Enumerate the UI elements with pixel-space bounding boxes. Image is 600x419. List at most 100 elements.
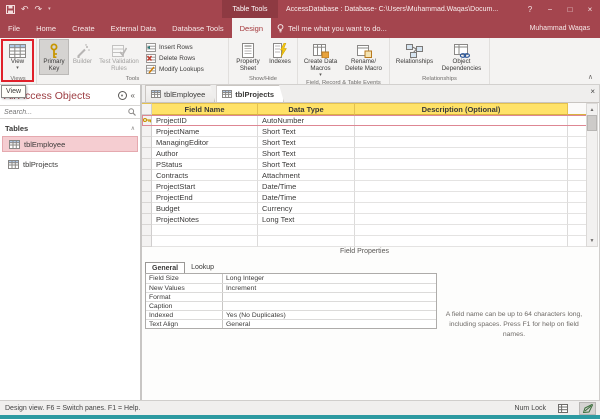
tab-design[interactable]: Design	[232, 18, 271, 38]
doc-tab-tblemployee[interactable]: tblEmployee	[145, 85, 215, 102]
indexes-button[interactable]: Indexes	[265, 39, 295, 75]
property-value[interactable]	[223, 302, 436, 310]
save-icon[interactable]	[6, 5, 15, 14]
data-type-cell[interactable]: Attachment	[258, 170, 355, 181]
empty-field-row[interactable]	[142, 236, 587, 247]
nav-search-box[interactable]	[0, 105, 140, 119]
row-selector[interactable]	[142, 236, 152, 247]
datasheet-view-icon[interactable]	[554, 402, 571, 415]
property-row-caption[interactable]: Caption	[146, 301, 436, 310]
primary-key-button[interactable]: Primary Key	[39, 39, 69, 75]
description-cell[interactable]	[355, 126, 568, 137]
field-row-projectname[interactable]: ProjectName Short Text	[142, 126, 587, 137]
delete-rows-button[interactable]: Delete Rows	[146, 53, 204, 64]
description-cell[interactable]	[355, 214, 568, 225]
object-dependencies-button[interactable]: Object Dependencies	[437, 39, 487, 75]
nav-item-tblprojects[interactable]: tblProjects	[2, 156, 138, 172]
scrollbar-thumb[interactable]	[587, 115, 597, 131]
property-sheet-button[interactable]: Property Sheet	[231, 39, 265, 75]
tab-file[interactable]: File	[0, 18, 28, 38]
maximize-button[interactable]: □	[560, 0, 580, 18]
tab-lookup[interactable]: Lookup	[185, 262, 220, 273]
empty-field-row[interactable]	[142, 225, 587, 236]
field-row-projectnotes[interactable]: ProjectNotes Long Text	[142, 214, 587, 225]
field-name-cell[interactable]: ProjectID	[152, 115, 258, 126]
tab-database-tools[interactable]: Database Tools	[164, 18, 232, 38]
row-selector[interactable]	[142, 170, 152, 181]
tab-external-data[interactable]: External Data	[103, 18, 164, 38]
field-name-cell[interactable]: ProjectEnd	[152, 192, 258, 203]
data-type-cell[interactable]: Short Text	[258, 148, 355, 159]
property-value[interactable]: Yes (No Duplicates)	[223, 311, 436, 319]
insert-rows-button[interactable]: Insert Rows	[146, 42, 204, 53]
close-button[interactable]: ×	[580, 0, 600, 18]
search-input[interactable]	[0, 109, 128, 116]
property-row-field-size[interactable]: Field Size Long Integer	[146, 274, 436, 283]
scroll-up-icon[interactable]: ▲	[587, 104, 597, 115]
relationships-button[interactable]: Relationships	[393, 39, 437, 75]
data-type-cell[interactable]: Short Text	[258, 126, 355, 137]
description-cell[interactable]	[355, 137, 568, 148]
description-cell[interactable]	[355, 192, 568, 203]
property-value[interactable]: Long Integer	[223, 274, 436, 283]
description-cell[interactable]	[355, 203, 568, 214]
row-selector[interactable]	[142, 181, 152, 192]
nav-menu-icon[interactable]: ▾	[118, 91, 127, 100]
minimize-button[interactable]: −	[540, 0, 560, 18]
primary-key-row-icon[interactable]	[142, 115, 152, 126]
data-type-cell[interactable]: Short Text	[258, 159, 355, 170]
data-type-cell[interactable]: Currency	[258, 203, 355, 214]
property-value[interactable]	[223, 293, 436, 301]
doc-tab-tblprojects[interactable]: tblProjects	[216, 85, 284, 102]
view-button[interactable]: View ▾	[2, 39, 33, 75]
qat-customize-icon[interactable]: ▾	[48, 6, 51, 12]
row-selector[interactable]	[142, 192, 152, 203]
row-selector[interactable]	[142, 159, 152, 170]
field-row-budget[interactable]: Budget Currency	[142, 203, 587, 214]
undo-icon[interactable]: ↶	[21, 5, 29, 14]
help-button[interactable]: ?	[520, 0, 540, 18]
data-type-cell[interactable]: AutoNumber	[258, 115, 355, 126]
field-row-managingeditor[interactable]: ManagingEditor Short Text	[142, 137, 587, 148]
field-row-projectid[interactable]: ProjectID AutoNumber	[142, 115, 587, 126]
field-name-cell[interactable]: PStatus	[152, 159, 258, 170]
field-name-cell[interactable]: ProjectNotes	[152, 214, 258, 225]
data-type-cell[interactable]: Date/Time	[258, 192, 355, 203]
collapse-ribbon-icon[interactable]: ∧	[588, 73, 593, 81]
field-name-cell[interactable]: ProjectStart	[152, 181, 258, 192]
test-validation-rules-button[interactable]: Test Validation Rules	[96, 39, 142, 75]
nav-group-tables[interactable]: Tables ∧	[0, 122, 140, 134]
row-selector[interactable]	[142, 214, 152, 225]
field-name-cell[interactable]: ProjectName	[152, 126, 258, 137]
builder-button[interactable]: Builder	[69, 39, 96, 75]
close-document-icon[interactable]: ×	[590, 87, 595, 96]
field-name-cell[interactable]: Contracts	[152, 170, 258, 181]
redo-icon[interactable]: ↷	[35, 5, 43, 14]
vertical-scrollbar[interactable]: ▲ ▼	[586, 103, 598, 247]
data-type-cell[interactable]: Date/Time	[258, 181, 355, 192]
row-selector[interactable]	[142, 137, 152, 148]
property-value[interactable]: Increment	[223, 284, 436, 292]
field-row-author[interactable]: Author Short Text	[142, 148, 587, 159]
row-selector[interactable]	[142, 203, 152, 214]
description-cell[interactable]	[355, 148, 568, 159]
description-cell[interactable]	[355, 159, 568, 170]
field-name-cell[interactable]: Author	[152, 148, 258, 159]
property-row-new-values[interactable]: New Values Increment	[146, 283, 436, 292]
row-selector[interactable]	[142, 126, 152, 137]
property-value[interactable]: General	[223, 320, 436, 328]
field-row-projectend[interactable]: ProjectEnd Date/Time	[142, 192, 587, 203]
scroll-down-icon[interactable]: ▼	[587, 235, 597, 246]
field-row-pstatus[interactable]: PStatus Short Text	[142, 159, 587, 170]
property-row-indexed[interactable]: Indexed Yes (No Duplicates)	[146, 310, 436, 319]
tell-me-box[interactable]: Tell me what you want to do...	[277, 18, 387, 38]
tab-home[interactable]: Home	[28, 18, 64, 38]
rename-delete-macro-button[interactable]: Rename/ Delete Macro	[341, 39, 387, 79]
field-name-cell[interactable]: ManagingEditor	[152, 137, 258, 148]
description-cell[interactable]	[355, 170, 568, 181]
tab-create[interactable]: Create	[64, 18, 103, 38]
description-cell[interactable]	[355, 115, 568, 126]
design-view-icon[interactable]	[579, 402, 596, 415]
field-row-contracts[interactable]: Contracts Attachment	[142, 170, 587, 181]
row-selector[interactable]	[142, 225, 152, 236]
